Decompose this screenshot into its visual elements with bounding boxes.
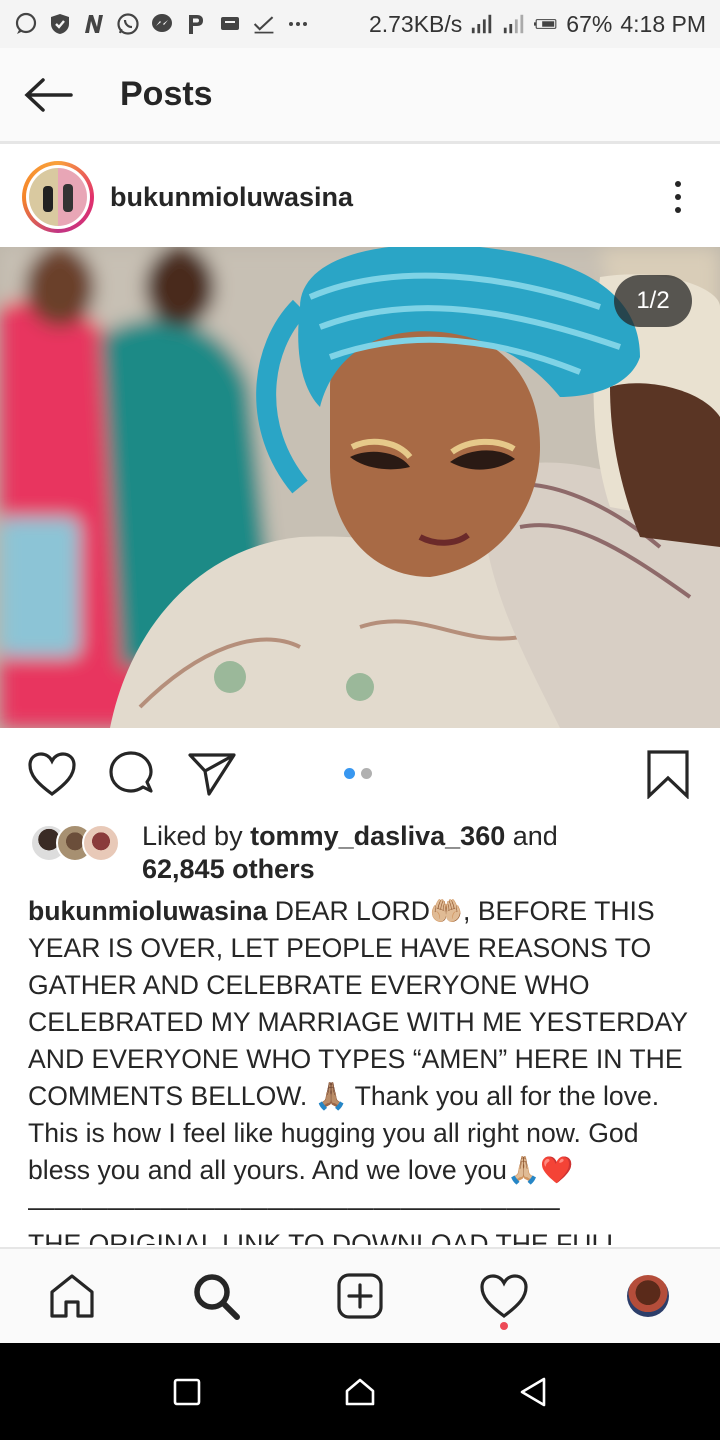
bookmark-icon: [647, 750, 689, 799]
back-triangle-icon: [521, 1377, 546, 1406]
heart-icon: [28, 752, 76, 796]
signal-icon-2: [502, 12, 526, 36]
likes-summary[interactable]: Liked by tommy_dasliva_360 and 62,845 ot…: [30, 820, 700, 888]
carousel-dot: [361, 768, 372, 779]
nav-search[interactable]: [176, 1256, 256, 1336]
caption-username[interactable]: bukunmioluwasina: [28, 896, 267, 926]
photo-counter: 1/2: [614, 275, 692, 327]
back-system-button[interactable]: [503, 1362, 563, 1422]
shield-icon: [48, 12, 72, 36]
carousel-indicator: [344, 768, 372, 779]
caption-text: DEAR LORD🤲🏼, BEFORE THIS YEAR IS OVER, L…: [28, 896, 688, 1185]
recents-button[interactable]: [157, 1362, 217, 1422]
bottom-navigation: [0, 1247, 720, 1343]
android-navigation-bar: [0, 1343, 720, 1440]
p-icon: [184, 12, 208, 36]
photo-illustration: [0, 247, 720, 728]
avatar-image: [29, 168, 87, 226]
comment-icon: [109, 751, 153, 793]
post-actions: [0, 728, 720, 820]
save-button[interactable]: [644, 748, 692, 800]
comment-button[interactable]: [106, 748, 158, 800]
nav-new-post[interactable]: [320, 1256, 400, 1336]
more-icon: [286, 12, 310, 36]
back-arrow-icon: [24, 77, 73, 112]
clock: 4:18 PM: [620, 10, 706, 37]
battery-percent: 67%: [566, 10, 613, 37]
liked-by-user[interactable]: tommy_dasliva_360: [250, 821, 505, 851]
caption-separator: ————————————————————: [28, 1192, 560, 1222]
notification-dot: [500, 1322, 508, 1330]
status-system: 2.73KB/s 67% 4:18 PM: [369, 11, 706, 38]
post-avatar[interactable]: [22, 161, 94, 233]
signal-icon: [470, 12, 494, 36]
whatsapp-icon: [116, 12, 140, 36]
check-icon: [252, 12, 276, 36]
network-speed: 2.73KB/s: [368, 10, 463, 37]
liker-avatar: [82, 824, 120, 862]
home-system-button[interactable]: [330, 1362, 390, 1422]
recents-icon: [173, 1378, 200, 1405]
more-vertical-icon: [675, 181, 681, 187]
activity-heart-icon: [480, 1274, 528, 1318]
n-icon: [82, 12, 106, 36]
post-username[interactable]: bukunmioluwasina: [110, 182, 353, 213]
more-options-button[interactable]: [658, 167, 698, 227]
messenger-icon: [150, 12, 174, 36]
share-icon: [188, 753, 236, 796]
status-notification-icons: [14, 12, 310, 36]
caption-more-text: THE ORIGINAL LINK TO DOWNLOAD THE FULL: [28, 1229, 622, 1245]
nav-profile[interactable]: [608, 1256, 688, 1336]
chat-icon: [218, 12, 242, 36]
nav-home[interactable]: [32, 1256, 112, 1336]
post-photo[interactable]: 1/2: [0, 247, 720, 728]
back-button[interactable]: [0, 47, 96, 143]
home-icon: [50, 1274, 94, 1318]
post-header: bukunmioluwasina: [0, 147, 720, 247]
search-icon: [194, 1274, 240, 1320]
profile-avatar: [627, 1275, 669, 1317]
liker-avatars: [30, 824, 134, 862]
likes-count[interactable]: 62,845 others: [142, 854, 315, 884]
carousel-dot-active: [344, 768, 355, 779]
nav-activity[interactable]: [464, 1256, 544, 1336]
status-bar: 2.73KB/s 67% 4:18 PM: [0, 0, 720, 48]
battery-icon: [534, 12, 558, 36]
app-header: Posts: [0, 48, 720, 144]
message-icon: [14, 12, 38, 36]
like-button[interactable]: [26, 748, 78, 800]
likes-text: Liked by tommy_dasliva_360 and 62,845 ot…: [142, 821, 558, 884]
page-title: Posts: [120, 75, 213, 113]
post-caption: bukunmioluwasina DEAR LORD🤲🏼, BEFORE THI…: [28, 893, 696, 1245]
share-button[interactable]: [186, 748, 238, 800]
add-post-icon: [337, 1273, 383, 1319]
home-outline-icon: [345, 1378, 375, 1405]
